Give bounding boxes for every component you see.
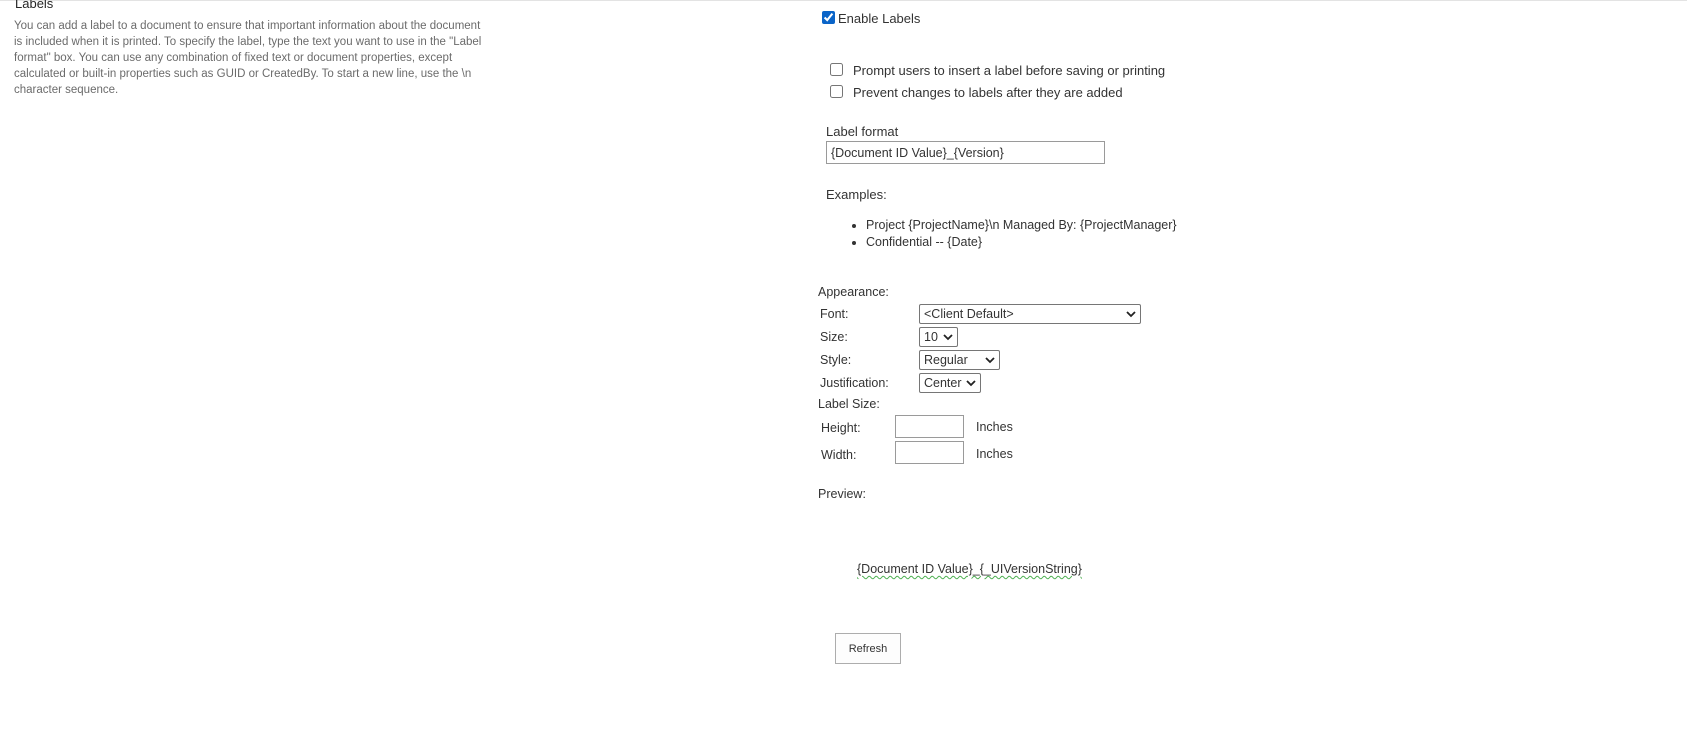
size-select-value: 10 <box>924 330 938 344</box>
style-select[interactable]: Regular <box>919 350 1000 370</box>
label-size-heading: Label Size: <box>818 397 880 411</box>
chevron-down-icon <box>1125 306 1137 322</box>
label-format-input[interactable] <box>826 141 1105 164</box>
top-divider <box>0 0 1687 1</box>
height-label: Height: <box>821 421 861 435</box>
justification-label: Justification: <box>820 376 889 390</box>
example-item: Confidential -- {Date} <box>866 234 1177 251</box>
chevron-down-icon <box>942 329 954 345</box>
section-title: Labels <box>15 0 54 11</box>
font-select-value: <Client Default> <box>924 307 1014 321</box>
font-select[interactable]: <Client Default> <box>919 304 1141 324</box>
justification-select[interactable]: Center <box>919 373 981 393</box>
preview-label-text: {Document ID Value}_{_UIVersionString} <box>857 562 1082 576</box>
prompt-insert-label-checkbox[interactable] <box>830 63 843 76</box>
prevent-changes-label: Prevent changes to labels after they are… <box>853 85 1123 100</box>
prevent-changes-checkbox[interactable] <box>830 85 843 98</box>
font-label: Font: <box>820 307 849 321</box>
preview-heading: Preview: <box>818 487 866 501</box>
width-label: Width: <box>821 448 857 462</box>
prompt-insert-label-label: Prompt users to insert a label before sa… <box>853 63 1166 78</box>
examples-heading: Examples: <box>826 187 887 202</box>
examples-list: Project {ProjectName}\n Managed By: {Pro… <box>848 217 1177 251</box>
chevron-down-icon <box>965 375 977 391</box>
section-description: You can add a label to a document to ens… <box>14 20 482 96</box>
height-unit: Inches <box>976 420 1013 434</box>
style-select-value: Regular <box>924 353 968 367</box>
size-select[interactable]: 10 <box>919 327 958 347</box>
chevron-down-icon <box>984 352 996 368</box>
example-item: Project {ProjectName}\n Managed By: {Pro… <box>866 217 1177 234</box>
height-input[interactable] <box>895 415 964 438</box>
width-unit: Inches <box>976 447 1013 461</box>
justification-select-value: Center <box>924 376 962 390</box>
size-label: Size: <box>820 330 848 344</box>
label-format-heading: Label format <box>826 124 899 139</box>
enable-labels-label: Enable Labels <box>838 11 921 26</box>
appearance-heading: Appearance: <box>818 285 889 299</box>
refresh-button[interactable]: Refresh <box>835 633 901 664</box>
enable-labels-checkbox[interactable] <box>822 11 835 24</box>
width-input[interactable] <box>895 441 964 464</box>
style-label: Style: <box>820 353 852 367</box>
